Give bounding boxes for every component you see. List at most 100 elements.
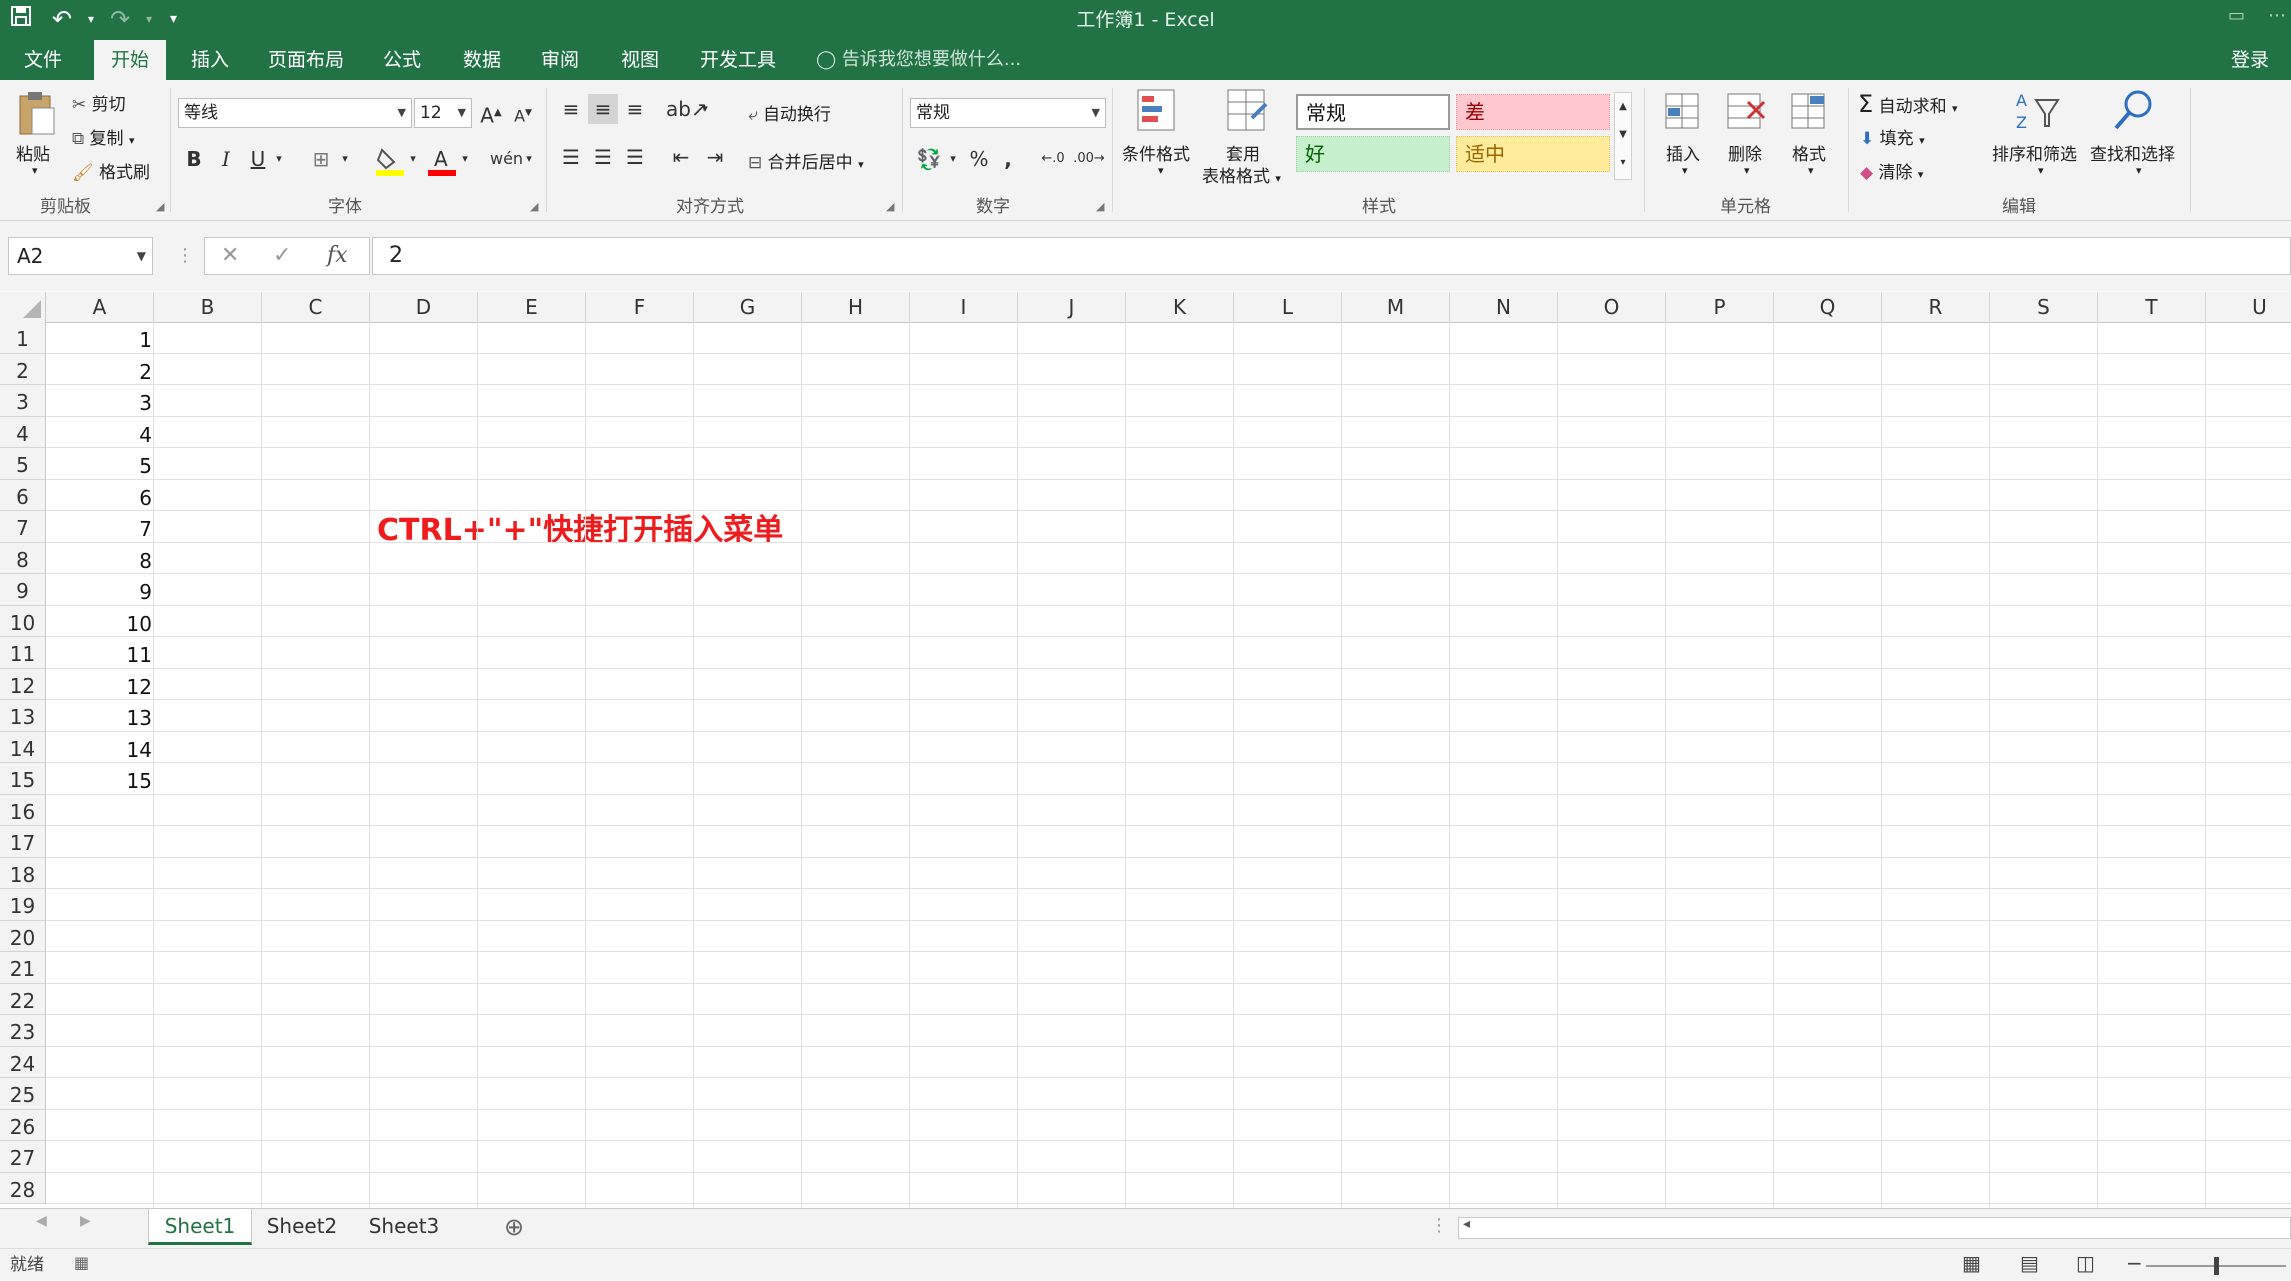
underline-dropdown-icon[interactable]: ▾	[272, 144, 286, 174]
cell-a5[interactable]: 5	[46, 448, 154, 480]
scroll-left-arrow-icon[interactable]: ◂	[1463, 1216, 1470, 1232]
cell-a10[interactable]: 10	[46, 606, 154, 638]
cell-a14[interactable]: 14	[46, 732, 154, 764]
row-header-19[interactable]: 19	[0, 889, 45, 921]
font-color-icon[interactable]: A	[428, 146, 456, 180]
row-header-23[interactable]: 23	[0, 1015, 45, 1047]
row-header-3[interactable]: 3	[0, 385, 45, 417]
column-header-h[interactable]: H	[802, 292, 910, 322]
conditional-format-dropdown-icon[interactable]: ▾	[1158, 164, 1164, 177]
column-header-q[interactable]: Q	[1774, 292, 1882, 322]
enter-icon[interactable]: ✓	[273, 238, 291, 274]
row-header-5[interactable]: 5	[0, 448, 45, 480]
underline-icon[interactable]: U	[246, 144, 270, 174]
find-select-button[interactable]: 查找和选择	[2090, 140, 2175, 165]
grow-font-icon[interactable]: A▲	[478, 98, 504, 131]
column-header-g[interactable]: G	[694, 292, 802, 322]
insert-cells-dropdown-icon[interactable]: ▾	[1682, 164, 1688, 177]
percent-icon[interactable]: %	[964, 144, 994, 174]
row-header-21[interactable]: 21	[0, 952, 45, 984]
tell-me-box[interactable]: ◯ 告诉我您想要做什么...	[816, 40, 1021, 80]
style-bad[interactable]: 差	[1456, 94, 1610, 130]
italic-icon[interactable]: I	[214, 144, 238, 174]
row-header-11[interactable]: 11	[0, 637, 45, 669]
align-middle-icon[interactable]: ≡	[588, 94, 618, 124]
copy-button[interactable]: ⧉ 复制 ▾	[72, 124, 134, 149]
paste-button[interactable]: 粘贴	[16, 140, 50, 165]
sort-filter-dropdown-icon[interactable]: ▾	[2038, 164, 2044, 177]
row-header-1[interactable]: 1	[0, 322, 45, 354]
column-header-k[interactable]: K	[1126, 292, 1234, 322]
sort-filter-button[interactable]: 排序和筛选	[1992, 140, 2077, 165]
autosum-button[interactable]: Σ 自动求和 ▾	[1858, 90, 1958, 118]
table-format-label-2[interactable]: 表格格式 ▾	[1202, 162, 1281, 187]
decrease-decimal-icon[interactable]: .00→	[1072, 144, 1106, 174]
row-header-4[interactable]: 4	[0, 417, 45, 448]
column-header-b[interactable]: B	[154, 292, 262, 322]
row-header-18[interactable]: 18	[0, 858, 45, 889]
paste-icon[interactable]	[16, 90, 58, 142]
cell-a11[interactable]: 11	[46, 637, 154, 669]
row-header-28[interactable]: 28	[0, 1173, 45, 1204]
row-header-10[interactable]: 10	[0, 606, 45, 637]
sheet-tab-sheet2[interactable]: Sheet2	[254, 1209, 350, 1245]
scroll-left-icon[interactable]: ◀	[36, 1213, 47, 1229]
format-cells-dropdown-icon[interactable]: ▾	[1808, 164, 1814, 177]
column-header-o[interactable]: O	[1558, 292, 1666, 322]
dialog-launcher-icon[interactable]: ◢	[530, 200, 538, 213]
tab-view[interactable]: 视图	[610, 40, 670, 80]
minimize-icon[interactable]: ▭	[2228, 0, 2245, 32]
styles-gallery-scroll[interactable]: ▲ ▼ ▾	[1614, 92, 1632, 180]
cell-a4[interactable]: 4	[46, 417, 154, 449]
column-header-i[interactable]: I	[910, 292, 1018, 322]
cancel-icon[interactable]: ✕	[221, 238, 239, 274]
column-header-a[interactable]: A	[46, 292, 154, 322]
row-header-9[interactable]: 9	[0, 574, 45, 606]
borders-icon[interactable]: ⊞	[306, 144, 336, 174]
horizontal-scrollbar[interactable]: ◂	[1458, 1216, 2291, 1239]
style-normal[interactable]: 常规	[1296, 94, 1450, 130]
page-break-view-icon[interactable]: ◫	[2076, 1251, 2095, 1275]
increase-decimal-icon[interactable]: ←.0	[1036, 144, 1070, 174]
cell-a6[interactable]: 6	[46, 480, 154, 512]
column-header-c[interactable]: C	[262, 292, 370, 322]
column-header-e[interactable]: E	[478, 292, 586, 322]
align-left-icon[interactable]: ☰	[556, 142, 586, 172]
add-sheet-icon[interactable]: ⊕	[504, 1213, 524, 1241]
align-bottom-icon[interactable]: ≡	[620, 94, 650, 124]
cut-button[interactable]: ✂ 剪切	[72, 90, 126, 115]
sheet-tab-sheet1[interactable]: Sheet1	[148, 1209, 252, 1245]
phonetic-dropdown-icon[interactable]: ▾	[522, 144, 536, 174]
row-header-24[interactable]: 24	[0, 1047, 45, 1078]
paste-dropdown-icon[interactable]: ▾	[32, 164, 38, 177]
tab-home[interactable]: 开始	[94, 40, 166, 81]
normal-view-icon[interactable]: ▦	[1962, 1251, 1981, 1275]
orientation-dropdown-icon[interactable]: ▾	[698, 94, 712, 124]
tab-formulas[interactable]: 公式	[372, 40, 432, 80]
zoom-slider-thumb[interactable]	[2214, 1257, 2219, 1275]
column-header-u[interactable]: U	[2206, 292, 2291, 322]
sheet-tab-sheet3[interactable]: Sheet3	[356, 1209, 452, 1245]
decrease-indent-icon[interactable]: ⇤	[666, 142, 696, 172]
row-header-22[interactable]: 22	[0, 984, 45, 1015]
row-header-12[interactable]: 12	[0, 669, 45, 700]
cell-a2[interactable]: 2	[46, 354, 154, 386]
insert-function-icon[interactable]: fx	[327, 238, 348, 274]
fill-color-icon[interactable]	[376, 146, 404, 180]
row-header-13[interactable]: 13	[0, 700, 45, 732]
dialog-launcher-icon[interactable]: ◢	[156, 200, 164, 213]
find-select-dropdown-icon[interactable]: ▾	[2136, 164, 2142, 177]
align-right-icon[interactable]: ☰	[620, 142, 650, 172]
tab-insert[interactable]: 插入	[180, 40, 240, 80]
row-header-17[interactable]: 17	[0, 826, 45, 858]
sort-filter-icon[interactable]: AZ	[2014, 88, 2060, 138]
login-button[interactable]: 登录	[2231, 40, 2269, 80]
formula-input[interactable]: 2	[372, 237, 2291, 275]
tab-splitter-icon[interactable]: ⋮	[1430, 1215, 1448, 1236]
format-cells-button[interactable]: 格式	[1792, 140, 1826, 165]
delete-cells-dropdown-icon[interactable]: ▾	[1744, 164, 1750, 177]
style-neutral[interactable]: 适中	[1456, 136, 1610, 172]
wrap-text-button[interactable]: ⤶ 自动换行	[748, 100, 831, 125]
format-painter-button[interactable]: 🖌 格式刷	[72, 158, 150, 183]
row-header-16[interactable]: 16	[0, 795, 45, 826]
